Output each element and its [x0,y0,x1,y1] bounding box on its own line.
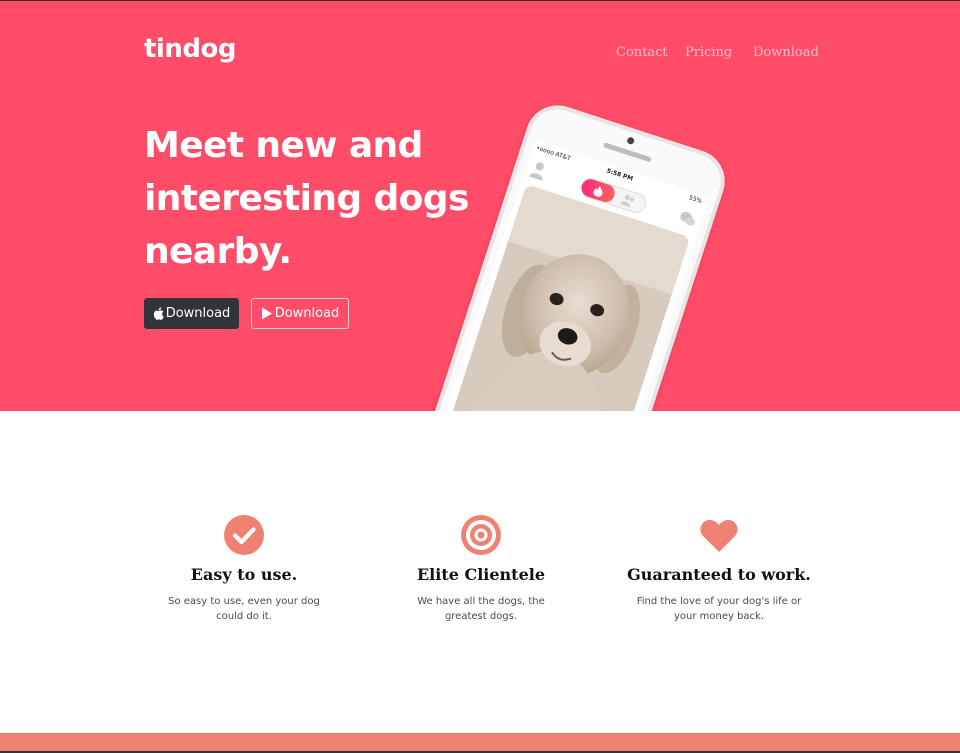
feature-title: Elite Clientele [416,565,546,584]
play-icon [261,307,272,320]
app-store-button-label: Download [165,306,231,321]
battery-label: 55% [688,194,703,206]
bullseye-icon [461,515,501,555]
headline-line-2: interesting dogs [144,178,469,219]
apple-icon [153,307,164,320]
nav-link-pricing[interactable]: Pricing [685,45,732,60]
headline-line-3: nearby. [144,231,292,272]
feature-description-line: Find the love of your dog's life or [636,596,802,607]
feature-description: We have all the dogs, the greatest dogs. [396,594,566,624]
chat-bubbles-icon [680,212,696,226]
next-section-strip [0,733,960,753]
nav-link-download[interactable]: Download [753,45,819,60]
feature-description-line: your money back. [673,611,765,622]
app-store-download-button[interactable]: Download [144,298,239,329]
feature-description-line: could do it. [216,611,272,622]
feature-title: Easy to use. [190,565,298,584]
people-icon [620,195,635,208]
hero-headline: Meet new and interesting dogs nearby. [144,119,504,278]
feature-description-line: So easy to use, even your dog [168,596,320,607]
hero-section: tindog Contact Pricing Download Meet new… [0,0,960,411]
features-section: Easy to use. So easy to use, even your d… [0,411,960,733]
feature-title: Guaranteed to work. [627,565,811,584]
top-nav: Contact Pricing Download [0,45,960,65]
feature-description: So easy to use, even your dog could do i… [159,594,329,624]
profile-icon [529,162,544,181]
nav-link-contact[interactable]: Contact [616,45,668,60]
check-circle-icon [224,515,264,555]
feature-description-line: We have all the dogs, the [417,596,545,607]
google-play-download-button[interactable]: Download [251,298,349,329]
feature-description-line: greatest dogs. [444,611,518,622]
google-play-button-label: Download [274,306,340,321]
flame-icon [593,185,603,197]
phone-camera [626,136,636,146]
heart-icon [700,519,738,552]
headline-line-1: Meet new and [144,125,423,166]
phone-speaker [602,142,652,163]
clock-label: 5:58 PM [605,167,634,183]
flame-toggle-option [579,176,618,205]
feature-description: Find the love of your dog's life or your… [634,594,804,624]
